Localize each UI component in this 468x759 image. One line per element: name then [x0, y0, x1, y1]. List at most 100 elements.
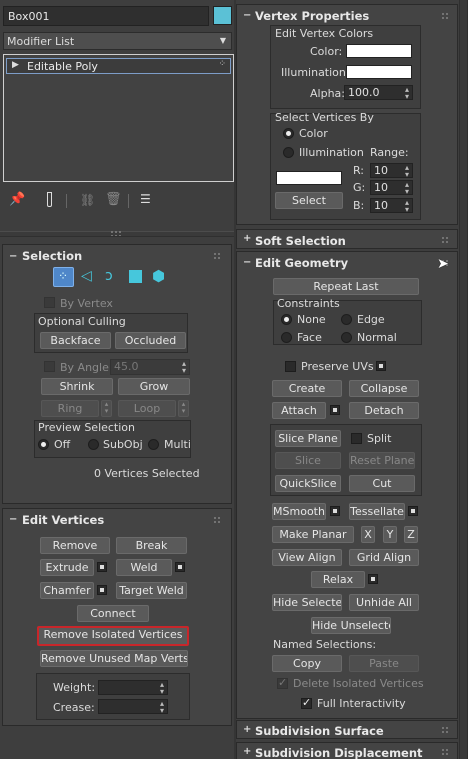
- by-vertex-checkbox[interactable]: [44, 297, 55, 308]
- extrude-settings-icon[interactable]: [97, 562, 107, 572]
- collapse-icon[interactable]: −: [9, 514, 17, 525]
- ring-spinner[interactable]: ▴ ▾: [101, 400, 112, 417]
- spinner-arrows-icon[interactable]: ▴ ▾: [159, 700, 165, 715]
- modifier-stack[interactable]: ▶ Editable Poly ⁘: [3, 54, 234, 182]
- rollout-title-selection[interactable]: Selection: [22, 249, 82, 263]
- tessellate-button[interactable]: Tessellate: [349, 503, 405, 520]
- constraint-face-radio[interactable]: [281, 332, 292, 343]
- subdivision-surface-rollout[interactable]: + Subdivision Surface: [236, 720, 458, 739]
- spinner-arrows-icon[interactable]: ▴ ▾: [404, 181, 410, 196]
- detach-button[interactable]: Detach: [349, 402, 419, 419]
- loop-spinner[interactable]: ▴ ▾: [178, 400, 189, 417]
- break-button[interactable]: Break: [116, 537, 187, 554]
- paste-button[interactable]: Paste: [349, 655, 419, 672]
- polygon-mode-icon[interactable]: [129, 270, 142, 283]
- element-mode-icon[interactable]: ⬢: [152, 267, 165, 285]
- slice-plane-button[interactable]: Slice Plane: [275, 430, 341, 447]
- soft-selection-rollout[interactable]: + Soft Selection: [236, 229, 458, 249]
- expand-arrow-icon[interactable]: ▶: [12, 60, 19, 70]
- select-by-color-radio[interactable]: [283, 128, 294, 139]
- remove-unused-map-verts-button[interactable]: Remove Unused Map Verts: [40, 650, 188, 667]
- tessellate-settings-icon[interactable]: [408, 506, 418, 516]
- chamfer-settings-icon[interactable]: [97, 585, 107, 595]
- angle-spinner[interactable]: 45.0 ▴ ▾: [110, 359, 190, 375]
- right-scrollbar[interactable]: [459, 0, 468, 759]
- make-unique-icon[interactable]: ⛓: [80, 193, 95, 207]
- attach-button[interactable]: Attach: [272, 402, 326, 419]
- weld-button[interactable]: Weld: [116, 559, 172, 576]
- attach-settings-icon[interactable]: [330, 405, 340, 415]
- collapse-icon[interactable]: −: [243, 257, 251, 268]
- edge-mode-icon[interactable]: ◁: [81, 268, 92, 284]
- scrollbar-thumb[interactable]: [460, 0, 467, 759]
- r-spinner[interactable]: 10 ▴ ▾: [370, 163, 413, 179]
- splitter-handle[interactable]: [0, 230, 234, 237]
- unhide-all-button[interactable]: Unhide All: [349, 594, 419, 611]
- rollout-title-edit-geometry[interactable]: Edit Geometry: [255, 256, 348, 270]
- crease-spinner[interactable]: ▴ ▾: [98, 699, 168, 715]
- show-end-result-icon[interactable]: [47, 192, 52, 207]
- full-interactivity-checkbox[interactable]: [301, 696, 312, 709]
- vertex-mode-button[interactable]: ⁘: [53, 267, 74, 287]
- select-button[interactable]: Select: [275, 192, 343, 209]
- expand-icon[interactable]: +: [243, 233, 251, 244]
- remove-isolated-vertices-button[interactable]: Remove Isolated Vertices: [37, 626, 189, 646]
- create-button[interactable]: Create: [272, 380, 342, 397]
- expand-icon[interactable]: +: [243, 746, 251, 757]
- spinner-arrows-icon[interactable]: ▴ ▾: [181, 360, 187, 375]
- grow-button[interactable]: Grow: [118, 378, 190, 395]
- rollout-title-vertex-properties[interactable]: Vertex Properties: [255, 9, 369, 23]
- make-planar-button[interactable]: Make Planar: [272, 526, 354, 543]
- illumination-color-swatch[interactable]: [346, 65, 412, 79]
- spinner-arrows-icon[interactable]: ▴ ▾: [159, 681, 165, 696]
- border-mode-icon[interactable]: ↄ: [105, 268, 113, 284]
- slice-button[interactable]: Slice: [275, 452, 341, 469]
- collapse-icon[interactable]: −: [9, 251, 17, 262]
- view-align-button[interactable]: View Align: [272, 549, 342, 566]
- configure-sets-icon[interactable]: ☰: [140, 192, 151, 206]
- subdivision-displacement-rollout[interactable]: + Subdivision Displacement: [236, 742, 458, 759]
- modifier-list-dropdown[interactable]: Modifier List ▼: [3, 32, 232, 50]
- object-name-field[interactable]: Box001: [3, 6, 209, 26]
- preview-subobj-radio[interactable]: [88, 439, 99, 450]
- shrink-button[interactable]: Shrink: [41, 378, 113, 395]
- pin-stack-icon[interactable]: 📌: [9, 192, 25, 207]
- weld-settings-icon[interactable]: [175, 562, 185, 572]
- rollout-title-edit-vertices[interactable]: Edit Vertices: [22, 513, 104, 527]
- connect-button[interactable]: Connect: [77, 605, 149, 622]
- constraint-edge-radio[interactable]: [341, 314, 352, 325]
- spinner-arrows-icon[interactable]: ▴ ▾: [404, 86, 410, 101]
- select-by-illumination-radio[interactable]: [283, 147, 294, 158]
- occluded-button[interactable]: Occluded: [115, 332, 186, 349]
- rollout-title-soft-selection[interactable]: Soft Selection: [255, 234, 346, 248]
- object-color-swatch[interactable]: [213, 6, 232, 25]
- spinner-arrows-icon[interactable]: ▴ ▾: [404, 199, 410, 214]
- hide-selected-button[interactable]: Hide Selected: [272, 594, 342, 611]
- reset-plane-button[interactable]: Reset Plane: [349, 452, 415, 469]
- hide-unselected-button[interactable]: Hide Unselected: [311, 617, 391, 634]
- by-angle-checkbox[interactable]: [44, 361, 55, 372]
- rollout-title-subdivision-surface[interactable]: Subdivision Surface: [255, 724, 384, 738]
- relax-button[interactable]: Relax: [311, 571, 365, 588]
- expand-icon[interactable]: +: [243, 724, 251, 735]
- quickslice-button[interactable]: QuickSlice: [275, 475, 341, 492]
- constraint-none-radio[interactable]: [281, 314, 292, 325]
- split-checkbox[interactable]: [351, 433, 362, 444]
- g-spinner[interactable]: 10 ▴ ▾: [370, 180, 413, 196]
- preserve-uvs-checkbox[interactable]: [285, 361, 296, 372]
- target-weld-button[interactable]: Target Weld: [116, 582, 187, 599]
- copy-button[interactable]: Copy: [272, 655, 342, 672]
- relax-settings-icon[interactable]: [368, 574, 378, 584]
- msmooth-settings-icon[interactable]: [330, 506, 340, 516]
- weight-spinner[interactable]: ▴ ▾: [98, 680, 168, 696]
- chamfer-button[interactable]: Chamfer: [40, 582, 94, 599]
- grid-align-button[interactable]: Grid Align: [349, 549, 419, 566]
- alpha-spinner[interactable]: 100.0 ▴ ▾: [344, 85, 413, 101]
- msmooth-button[interactable]: MSmooth: [272, 503, 326, 520]
- select-color-swatch[interactable]: [276, 171, 342, 185]
- stack-item[interactable]: ▶ Editable Poly ⁘: [6, 58, 231, 74]
- remove-modifier-icon[interactable]: 🗑: [105, 192, 122, 207]
- preview-multi-radio[interactable]: [148, 439, 159, 450]
- repeat-last-button[interactable]: Repeat Last: [273, 278, 419, 295]
- extrude-button[interactable]: Extrude: [40, 559, 94, 576]
